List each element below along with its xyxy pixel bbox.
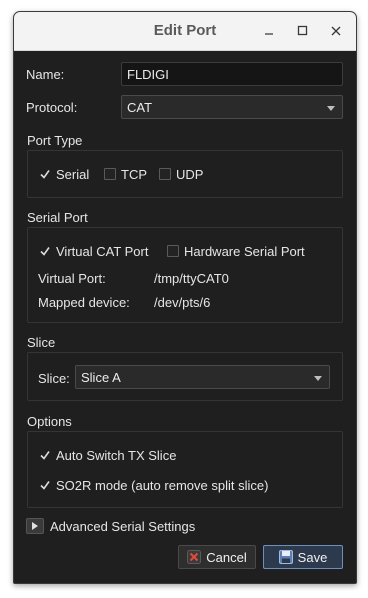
minimize-icon: [265, 33, 273, 35]
serial-label: Serial: [56, 167, 90, 182]
virtual-port-label: Virtual Port:: [38, 271, 106, 286]
mapped-device-value: /dev/pts/6: [154, 295, 211, 310]
minimize-button[interactable]: [257, 19, 281, 43]
options-title: Options: [27, 414, 72, 429]
expand-arrow-icon: [26, 518, 44, 534]
checkmark-icon: [39, 479, 51, 491]
slice-value: Slice A: [81, 370, 121, 385]
checkmark-icon: [39, 245, 51, 257]
dialog-content: Name: FLDIGI Protocol: CAT Port Type Ser…: [14, 51, 356, 583]
udp-label: UDP: [176, 167, 204, 182]
slice-label: Slice:: [38, 371, 70, 386]
cancel-label: Cancel: [206, 549, 247, 565]
protocol-select[interactable]: CAT: [121, 95, 343, 119]
cancel-icon: [187, 550, 202, 564]
name-input[interactable]: FLDIGI: [121, 62, 343, 86]
protocol-label: Protocol:: [26, 100, 78, 115]
save-button[interactable]: Save: [263, 545, 343, 569]
so2r-label: SO2R mode (auto remove split slice): [56, 478, 269, 493]
auto-switch-label: Auto Switch TX Slice: [56, 448, 177, 463]
close-button[interactable]: [324, 19, 348, 43]
unchecked-box-icon: [167, 245, 179, 257]
unchecked-box-icon: [104, 168, 116, 180]
hardware-serial-label: Hardware Serial Port: [184, 244, 305, 259]
virtual-port-value: /tmp/ttyCAT0: [154, 271, 229, 286]
save-label: Save: [297, 549, 328, 565]
close-icon: [331, 26, 341, 36]
slice-title: Slice: [27, 335, 56, 350]
chevron-down-icon: [327, 106, 335, 111]
advanced-serial-label: Advanced Serial Settings: [50, 519, 196, 534]
tcp-label: TCP: [121, 167, 147, 182]
maximize-icon: [297, 25, 308, 36]
chevron-down-icon: [314, 376, 322, 381]
name-label: Name:: [26, 67, 65, 82]
port-type-title: Port Type: [27, 133, 83, 148]
edit-port-dialog: Edit Port Name: FLDIGI Protocol: CAT Por…: [13, 11, 357, 584]
unchecked-box-icon: [159, 168, 171, 180]
options-group: [27, 431, 343, 508]
virtual-cat-label: Virtual CAT Port: [56, 244, 149, 259]
checkmark-icon: [39, 449, 51, 461]
cancel-button[interactable]: Cancel: [178, 545, 256, 569]
save-icon: [278, 550, 293, 564]
mapped-device-label: Mapped device:: [38, 295, 130, 310]
slice-select[interactable]: Slice A: [75, 365, 330, 389]
protocol-value: CAT: [127, 100, 153, 115]
serial-port-title: Serial Port: [27, 210, 88, 225]
title-bar[interactable]: Edit Port: [14, 12, 356, 51]
checkmark-icon: [39, 168, 51, 180]
maximize-button[interactable]: [290, 19, 314, 43]
